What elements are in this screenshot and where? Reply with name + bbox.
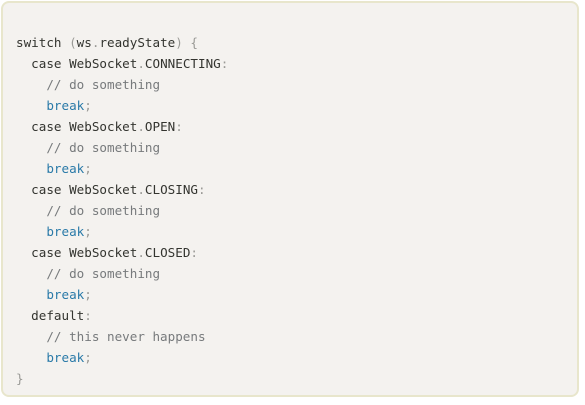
code-punctuation: . <box>137 119 145 134</box>
code-punctuation: . <box>137 56 145 71</box>
code-token: switch <box>16 35 70 50</box>
code-comment: // do something <box>16 203 161 218</box>
code-line: case WebSocket.CLOSING: <box>16 179 228 200</box>
code-comment: // do something <box>16 266 161 281</box>
code-token: CONNECTING <box>144 56 221 71</box>
code-line: break; <box>16 221 228 242</box>
code-punctuation: ( <box>69 35 77 50</box>
code-punctuation: . <box>137 182 145 197</box>
code-keyword: break <box>16 161 85 176</box>
code-punctuation: ; <box>84 161 92 176</box>
code-punctuation: ; <box>84 98 92 113</box>
code-block: switch (ws.readyState) { case WebSocket.… <box>1 1 579 397</box>
code-line: case WebSocket.CONNECTING: <box>16 53 228 74</box>
code-line: break; <box>16 95 228 116</box>
code-token: OPEN <box>144 119 176 134</box>
code-token: CLOSED <box>144 245 191 260</box>
code-token: ws <box>76 35 92 50</box>
code-punctuation: . <box>137 245 145 260</box>
code-punctuation: : <box>84 308 92 323</box>
code-line: // this never happens <box>16 326 228 347</box>
code-line: break; <box>16 284 228 305</box>
code-line: default: <box>16 305 228 326</box>
code-token: case WebSocket <box>16 119 138 134</box>
code-line: // do something <box>16 137 228 158</box>
code-token: case WebSocket <box>16 245 138 260</box>
code-punctuation: : <box>190 245 199 260</box>
code-token: readyState <box>99 35 176 50</box>
code-keyword: break <box>16 287 85 302</box>
code-keyword: break <box>16 350 85 365</box>
code-punctuation: : <box>198 182 206 197</box>
code-comment: // this never happens <box>16 329 206 344</box>
code-punctuation: : <box>175 119 183 134</box>
code-punctuation: } <box>16 371 24 386</box>
code-line: // do something <box>16 200 228 221</box>
code-line: } <box>16 368 228 389</box>
code-line: case WebSocket.OPEN: <box>16 116 228 137</box>
code-keyword: break <box>16 224 85 239</box>
code-line: break; <box>16 347 228 368</box>
code-keyword: break <box>16 98 85 113</box>
code-comment: // do something <box>16 77 161 92</box>
code-punctuation: ) { <box>175 35 199 50</box>
code-punctuation: ; <box>84 287 92 302</box>
code-token: CLOSING <box>144 182 198 197</box>
code-token: case WebSocket <box>16 56 138 71</box>
code-punctuation: ; <box>84 350 92 365</box>
code-token: default <box>16 308 85 323</box>
code-listing[interactable]: switch (ws.readyState) { case WebSocket.… <box>16 32 228 389</box>
code-line: // do something <box>16 74 228 95</box>
code-punctuation: : <box>220 56 229 71</box>
code-line: case WebSocket.CLOSED: <box>16 242 228 263</box>
code-punctuation: ; <box>84 224 92 239</box>
code-comment: // do something <box>16 140 161 155</box>
code-line: break; <box>16 158 228 179</box>
code-line: switch (ws.readyState) { <box>16 32 228 53</box>
code-line: // do something <box>16 263 228 284</box>
code-token: case WebSocket <box>16 182 138 197</box>
